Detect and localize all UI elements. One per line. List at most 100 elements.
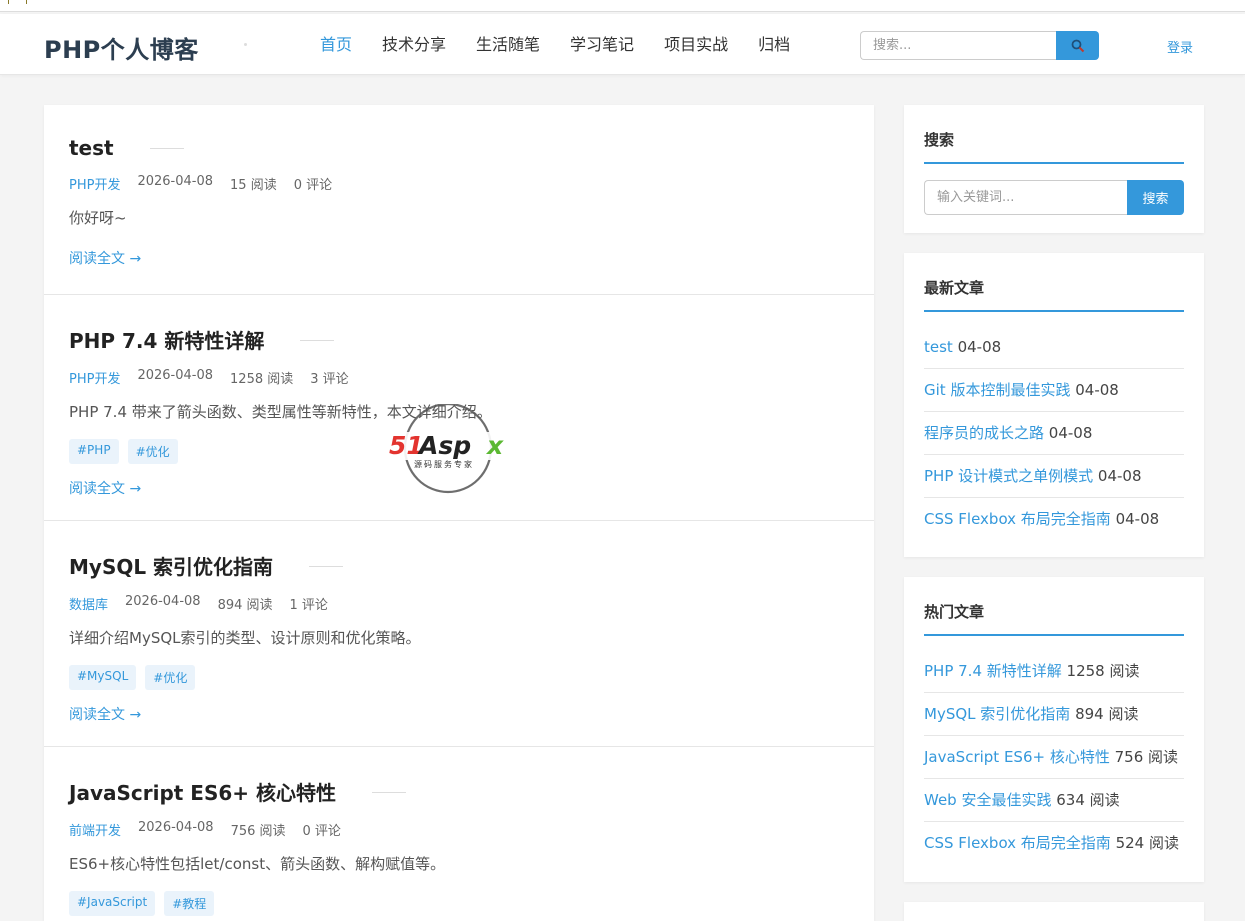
nav-item-home[interactable]: 首页: [305, 34, 367, 56]
article-tags: #JavaScript #教程: [69, 891, 849, 916]
list-item: CSS Flexbox 布局完全指南 524 阅读: [924, 822, 1184, 864]
read-more-link[interactable]: 阅读全文 →: [69, 478, 141, 498]
strip-mark: [26, 0, 27, 4]
post-link[interactable]: CSS Flexbox 布局完全指南: [924, 510, 1111, 528]
article-excerpt: 你好呀~: [69, 209, 127, 227]
article-views: 756 阅读: [230, 824, 286, 839]
article-card: test PHP开发 2026-04-08 15 阅读 0 评论 你好呀~ 阅读…: [44, 105, 874, 295]
article-meta: 数据库 2026-04-08 894 阅读 1 评论: [69, 594, 849, 613]
tag[interactable]: #JavaScript: [69, 891, 156, 916]
article-date: 2026-04-08: [138, 820, 214, 835]
read-more-link[interactable]: 阅读全文 →: [69, 704, 141, 724]
site-logo[interactable]: PHP个人博客: [44, 30, 199, 65]
article-tags: #MySQL #优化: [69, 665, 849, 690]
article-title[interactable]: MySQL 索引优化指南: [69, 551, 344, 580]
article-views: 15 阅读: [230, 178, 277, 193]
article-category[interactable]: 前端开发: [69, 820, 121, 839]
article-meta: PHP开发 2026-04-08 1258 阅读 3 评论: [69, 368, 849, 387]
list-item: 程序员的成长之路 04-08: [924, 412, 1184, 455]
nav-item-archive[interactable]: 归档: [743, 34, 805, 56]
post-link[interactable]: Web 安全最佳实践: [924, 791, 1051, 809]
svg-text:源码服务专家: 源码服务专家: [414, 459, 474, 469]
latest-posts-list: test 04-08 Git 版本控制最佳实践 04-08 程序员的成长之路 0…: [924, 326, 1184, 540]
article-card: MySQL 索引优化指南 数据库 2026-04-08 894 阅读 1 评论 …: [44, 521, 874, 747]
list-item: PHP 7.4 新特性详解 1258 阅读: [924, 650, 1184, 693]
post-date: 04-08: [1097, 467, 1142, 485]
list-item: JavaScript ES6+ 核心特性 756 阅读: [924, 736, 1184, 779]
article-comments: 1 评论: [289, 598, 328, 613]
article-category[interactable]: PHP开发: [69, 368, 120, 387]
article-category[interactable]: 数据库: [69, 594, 108, 613]
read-more-link[interactable]: 阅读全文 →: [69, 248, 141, 268]
article-meta: PHP开发 2026-04-08 15 阅读 0 评论: [69, 174, 849, 193]
list-item: PHP 设计模式之单例模式 04-08: [924, 455, 1184, 498]
post-link[interactable]: 程序员的成长之路: [924, 424, 1044, 442]
post-link[interactable]: MySQL 索引优化指南: [924, 705, 1070, 723]
login-link[interactable]: 登录: [1167, 37, 1193, 56]
sidebar-search-input[interactable]: [924, 180, 1127, 215]
nav-item-projects[interactable]: 项目实战: [649, 34, 743, 56]
tag[interactable]: #优化: [145, 665, 196, 690]
main-nav: 首页 技术分享 生活随笔 学习笔记 项目实战 归档: [305, 34, 805, 56]
sidebar-search-button[interactable]: 搜索: [1127, 180, 1184, 215]
header-search-input[interactable]: [860, 31, 1056, 60]
post-link[interactable]: CSS Flexbox 布局完全指南: [924, 834, 1111, 852]
post-date: 04-08: [1048, 424, 1093, 442]
article-views: 1258 阅读: [230, 372, 294, 387]
list-item: CSS Flexbox 布局完全指南 04-08: [924, 498, 1184, 540]
tag[interactable]: #MySQL: [69, 665, 137, 690]
list-item: Web 安全最佳实践 634 阅读: [924, 779, 1184, 822]
article-date: 2026-04-08: [137, 174, 214, 189]
article-views: 894 阅读: [217, 598, 273, 613]
post-link[interactable]: test: [924, 338, 953, 356]
browser-top-strip: [0, 0, 1245, 12]
site-header: PHP个人博客 首页 技术分享 生活随笔 学习笔记 项目实战 归档 登录: [0, 14, 1245, 75]
tag[interactable]: #教程: [164, 891, 215, 916]
post-link[interactable]: JavaScript ES6+ 核心特性: [924, 748, 1110, 766]
svg-text:Asp: Asp: [417, 431, 471, 460]
article-title[interactable]: test: [69, 136, 183, 160]
article-title[interactable]: PHP 7.4 新特性详解: [69, 325, 335, 354]
widget-title: 热门文章: [924, 577, 1184, 636]
hot-posts-list: PHP 7.4 新特性详解 1258 阅读 MySQL 索引优化指南 894 阅…: [924, 650, 1184, 864]
tag[interactable]: #PHP: [69, 439, 119, 464]
article-category[interactable]: PHP开发: [69, 174, 120, 193]
nav-item-life[interactable]: 生活随笔: [461, 34, 555, 56]
search-icon: [1071, 39, 1084, 52]
post-views: 524 阅读: [1115, 834, 1179, 852]
article-date: 2026-04-08: [137, 368, 214, 383]
list-item: test 04-08: [924, 326, 1184, 369]
article-comments: 0 评论: [302, 824, 341, 839]
hot-posts-widget: 热门文章 PHP 7.4 新特性详解 1258 阅读 MySQL 索引优化指南 …: [904, 577, 1204, 882]
svg-text:x: x: [485, 431, 504, 460]
tag[interactable]: #优化: [127, 439, 178, 464]
article-date: 2026-04-08: [125, 594, 201, 609]
post-views: 756 阅读: [1114, 748, 1179, 766]
post-link[interactable]: PHP 7.4 新特性详解: [924, 662, 1062, 680]
article-excerpt: 详细介绍MySQL索引的类型、设计原则和优化策略。: [69, 629, 421, 647]
header-search: [860, 31, 1099, 60]
header-search-button[interactable]: [1056, 31, 1099, 60]
post-link[interactable]: PHP 设计模式之单例模式: [924, 467, 1093, 485]
latest-posts-widget: 最新文章 test 04-08 Git 版本控制最佳实践 04-08 程序员的成…: [904, 253, 1204, 557]
post-views: 894 阅读: [1075, 705, 1139, 723]
post-date: 04-08: [1075, 381, 1119, 399]
sidebar-search-form: 搜索: [924, 180, 1184, 215]
watermark-logo: 51 Asp x 源码服务专家: [389, 404, 507, 494]
list-item: MySQL 索引优化指南 894 阅读: [924, 693, 1184, 736]
article-card: JavaScript ES6+ 核心特性 前端开发 2026-04-08 756…: [44, 747, 874, 921]
list-item: Git 版本控制最佳实践 04-08: [924, 369, 1184, 412]
article-excerpt: ES6+核心特性包括let/const、箭头函数、解构赋值等。: [69, 855, 446, 873]
nav-item-tech[interactable]: 技术分享: [367, 34, 461, 56]
post-date: 04-08: [1115, 510, 1160, 528]
search-widget: 搜索 搜索: [904, 105, 1204, 233]
article-list: test PHP开发 2026-04-08 15 阅读 0 评论 你好呀~ 阅读…: [44, 105, 874, 921]
next-widget: [904, 902, 1204, 921]
nav-item-notes[interactable]: 学习笔记: [555, 34, 649, 56]
post-views: 634 阅读: [1056, 791, 1120, 809]
article-title[interactable]: JavaScript ES6+ 核心特性: [69, 777, 406, 806]
post-date: 04-08: [957, 338, 1002, 356]
post-link[interactable]: Git 版本控制最佳实践: [924, 381, 1070, 399]
article-comments: 3 评论: [310, 372, 349, 387]
article-comments: 0 评论: [293, 178, 333, 193]
